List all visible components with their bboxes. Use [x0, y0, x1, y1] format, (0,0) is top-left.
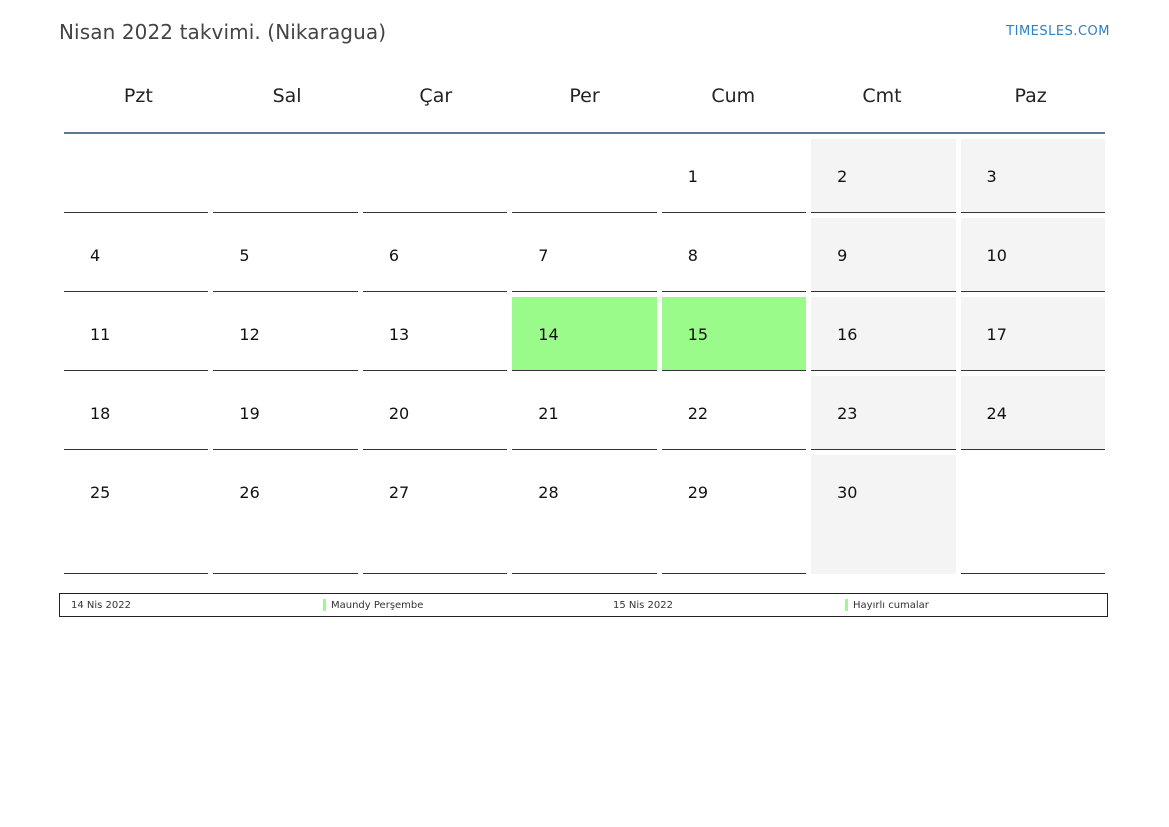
- day-number: 9: [837, 246, 848, 265]
- day-cell-holiday[interactable]: 14: [512, 297, 657, 371]
- day-cell[interactable]: 12: [213, 297, 358, 371]
- day-cell-weekend[interactable]: 9: [811, 218, 956, 292]
- day-number: 17: [986, 325, 1007, 344]
- day-cell-weekend[interactable]: 3: [960, 139, 1105, 213]
- holiday-color-swatch: [323, 599, 326, 611]
- day-number: 14: [538, 325, 559, 344]
- day-cell[interactable]: 5: [213, 218, 358, 292]
- day-cell[interactable]: 6: [362, 218, 508, 292]
- weekday-thu: Per: [569, 85, 600, 107]
- weekday-sun: Paz: [1014, 85, 1047, 107]
- day-number: 27: [388, 483, 410, 502]
- day-number: 13: [388, 325, 410, 344]
- week-row: 11 12 13 14 15 16 17: [64, 297, 1105, 371]
- day-cell[interactable]: 11: [64, 297, 209, 371]
- week-row: 18 19 20 21 22 23 24: [64, 376, 1105, 450]
- day-cell[interactable]: 20: [362, 376, 508, 450]
- day-cell-empty: [64, 139, 209, 213]
- day-number: 30: [837, 483, 858, 502]
- day-number: 20: [388, 404, 410, 423]
- day-cell[interactable]: 18: [64, 376, 209, 450]
- week-row: 25 26 27 28 29 30: [64, 455, 1105, 574]
- day-number: 12: [239, 325, 260, 344]
- day-number: 11: [90, 325, 111, 344]
- day-number: 26: [239, 483, 260, 502]
- day-number: 23: [837, 404, 858, 423]
- day-number: 10: [986, 246, 1007, 265]
- day-number: 18: [90, 404, 111, 423]
- day-cell[interactable]: 8: [661, 218, 807, 292]
- day-number: 6: [388, 246, 400, 265]
- legend-holiday-name: Maundy Perşembe: [331, 600, 424, 611]
- legend-holiday-name: Hayırlı cumalar: [853, 600, 929, 611]
- weekday-wed: Çar: [419, 85, 453, 107]
- day-number: 8: [687, 246, 698, 265]
- day-cell[interactable]: 1: [661, 139, 807, 213]
- day-cell[interactable]: 7: [512, 218, 657, 292]
- day-number: 2: [837, 167, 848, 186]
- day-cell-holiday[interactable]: 15: [661, 297, 807, 371]
- week-row: 1 2 3: [64, 139, 1105, 213]
- day-cell-weekend[interactable]: 16: [811, 297, 956, 371]
- weekday-sat: Cmt: [862, 85, 902, 107]
- day-cell-weekend[interactable]: 23: [811, 376, 956, 450]
- day-number: 16: [837, 325, 858, 344]
- weekday-header-row: Pzt Sal Çar Per Cum Cmt Paz: [64, 60, 1105, 134]
- day-cell-empty: [362, 139, 508, 213]
- weekday-mon: Pzt: [123, 85, 153, 107]
- day-number: 7: [538, 246, 549, 265]
- day-cell[interactable]: 27: [362, 455, 508, 574]
- day-cell[interactable]: 4: [64, 218, 209, 292]
- day-cell[interactable]: 22: [661, 376, 807, 450]
- page-title: Nisan 2022 takvimi. (Nikaragua): [59, 20, 387, 44]
- day-number: 19: [239, 404, 260, 423]
- day-cell[interactable]: 26: [213, 455, 358, 574]
- day-number: 15: [687, 325, 709, 344]
- holiday-color-swatch: [845, 599, 848, 611]
- calendar-grid: Pzt Sal Çar Per Cum Cmt Paz 1 2 3 4 5 6 …: [64, 60, 1105, 574]
- day-cell[interactable]: 28: [512, 455, 657, 574]
- day-number: 24: [986, 404, 1007, 423]
- day-number: 3: [986, 167, 997, 186]
- day-cell-weekend[interactable]: 17: [960, 297, 1105, 371]
- day-cell[interactable]: 21: [512, 376, 657, 450]
- day-number: 28: [538, 483, 559, 502]
- day-cell-weekend[interactable]: 24: [960, 376, 1105, 450]
- week-row: 4 5 6 7 8 9 10: [64, 218, 1105, 292]
- day-number: 4: [90, 246, 101, 265]
- day-number: 5: [239, 246, 250, 265]
- day-cell-weekend[interactable]: 2: [811, 139, 956, 213]
- day-number: 22: [687, 404, 709, 423]
- day-cell[interactable]: 29: [661, 455, 807, 574]
- day-number: 1: [687, 167, 698, 186]
- legend-date: 14 Nis 2022: [71, 600, 131, 611]
- day-cell-weekend[interactable]: 30: [811, 455, 956, 574]
- day-number: 21: [538, 404, 559, 423]
- day-cell[interactable]: 19: [213, 376, 358, 450]
- holiday-legend: 14 Nis 2022 Maundy Perşembe 15 Nis 2022 …: [59, 593, 1108, 617]
- day-number: 29: [687, 483, 709, 502]
- day-cell[interactable]: 13: [362, 297, 508, 371]
- legend-date: 15 Nis 2022: [613, 600, 673, 611]
- day-cell-empty: [213, 139, 358, 213]
- day-cell-empty: [960, 455, 1105, 574]
- day-number: 25: [90, 483, 111, 502]
- weekday-fri: Cum: [711, 85, 756, 107]
- brand-link[interactable]: TIMESLES.COM: [1006, 24, 1110, 39]
- weekday-tue: Sal: [272, 85, 302, 107]
- day-cell[interactable]: 25: [64, 455, 209, 574]
- day-cell-weekend[interactable]: 10: [960, 218, 1105, 292]
- day-cell-empty: [512, 139, 657, 213]
